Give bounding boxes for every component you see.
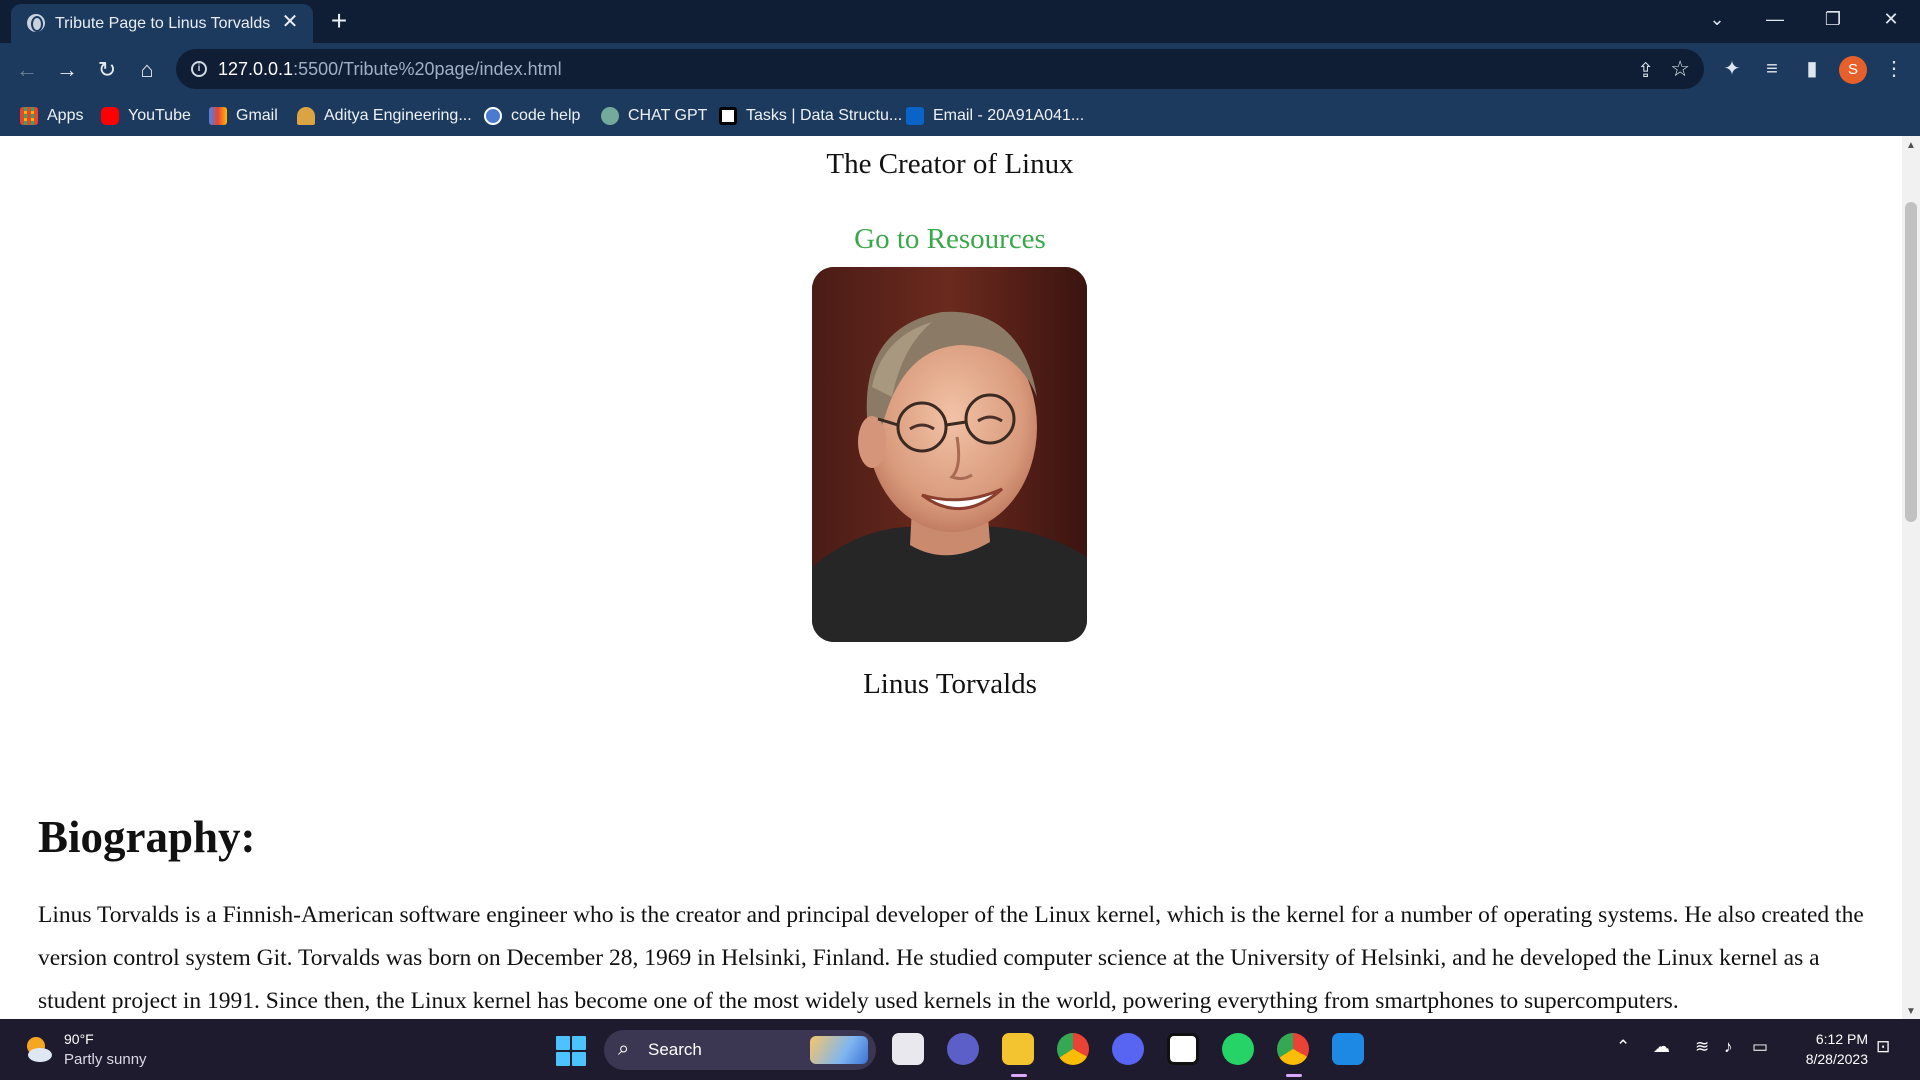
bookmark-label: Gmail (236, 107, 278, 124)
bookmark-email[interactable]: Email - 20A91A041... (906, 104, 1084, 128)
bookmark-star-icon[interactable]: ☆ (1670, 56, 1690, 82)
tray-overflow-chevron-icon[interactable]: ⌃ (1616, 1037, 1630, 1057)
youtube-icon (101, 107, 119, 125)
tab-search-icon[interactable]: ⌄ (1688, 0, 1746, 40)
chrome-icon[interactable] (1057, 1033, 1089, 1065)
profile-avatar[interactable]: S (1839, 56, 1867, 84)
search-label: Search (648, 1040, 702, 1059)
reload-icon[interactable]: ↻ (92, 55, 122, 85)
bookmark-label: Tasks | Data Structu... (746, 107, 903, 124)
notification-icon[interactable]: ⊡ (1876, 1037, 1890, 1057)
menu-kebab-icon[interactable]: ⋮ (1880, 56, 1908, 82)
weather-description[interactable]: Partly sunny (64, 1051, 147, 1068)
taskbar-search[interactable]: ⌕ Search (604, 1030, 876, 1070)
tab-title: Tribute Page to Linus Torvalds (55, 15, 271, 32)
vscode-icon[interactable] (1332, 1033, 1364, 1065)
bookmark-aditya-engineering[interactable]: Aditya Engineering... (297, 104, 472, 128)
outlook-icon (906, 107, 924, 125)
new-tab-button[interactable]: + (324, 6, 354, 36)
windows-taskbar: 90°F Partly sunny ⌕ Search ⌃ ☁ ≋ ♪ ▭ 6:1… (0, 1019, 1920, 1080)
window-controls: ⌄ — ❐ ✕ (1688, 0, 1920, 40)
file-explorer-icon[interactable] (1002, 1033, 1034, 1077)
onedrive-cloud-icon[interactable]: ☁ (1653, 1037, 1670, 1057)
globe-icon (27, 14, 45, 32)
biography-heading: Biography: (38, 812, 256, 862)
bookmark-tasks[interactable]: Tasks | Data Structu... (719, 104, 902, 128)
browser-tab-strip: Tribute Page to Linus Torvalds ✕ + ⌄ — ❐… (0, 0, 1920, 43)
bookmark-chat-gpt[interactable]: CHAT GPT (601, 104, 707, 128)
close-window-button[interactable]: ✕ (1862, 0, 1920, 40)
page-subtitle: The Creator of Linux (826, 148, 1074, 180)
address-bar[interactable]: i 127.0.0.1:5500/Tribute%20page/index.ht… (176, 49, 1704, 89)
bookmark-label: Aditya Engineering... (324, 107, 472, 124)
bookmarks-bar: Apps YouTube Gmail Aditya Engineering...… (0, 96, 1920, 136)
bookmark-label: YouTube (128, 107, 191, 124)
chatgpt-icon (601, 107, 619, 125)
bookmark-label: CHAT GPT (628, 107, 708, 124)
bookmark-code-help[interactable]: code help (484, 104, 580, 128)
image-caption: Linus Torvalds (863, 668, 1037, 700)
home-icon[interactable]: ⌂ (132, 55, 162, 85)
close-tab-icon[interactable]: ✕ (279, 11, 301, 33)
discord-icon[interactable] (1112, 1033, 1144, 1065)
browser-toolbar: ← → ↻ ⌂ i 127.0.0.1:5500/Tribute%20page/… (0, 43, 1920, 96)
forward-arrow-icon[interactable]: → (52, 55, 82, 85)
windows-start-icon[interactable] (556, 1036, 586, 1066)
url-text[interactable]: 127.0.0.1:5500/Tribute%20page/index.html (218, 59, 562, 80)
apps-grid-icon (20, 107, 38, 125)
page-scrollbar[interactable]: ▲ ▼ (1902, 136, 1920, 1019)
linus-torvalds-photo (812, 267, 1087, 642)
scroll-down-arrow-icon[interactable]: ▼ (1906, 1006, 1916, 1017)
wifi-icon[interactable]: ≋ (1695, 1037, 1709, 1057)
task-view-icon[interactable] (892, 1033, 924, 1065)
browser-tab[interactable]: Tribute Page to Linus Torvalds ✕ (11, 4, 313, 43)
minimize-button[interactable]: — (1746, 0, 1804, 40)
weather-temperature[interactable]: 90°F (64, 1031, 94, 1047)
back-arrow-icon[interactable]: ← (12, 55, 42, 85)
resources-link[interactable]: Go to Resources (0, 223, 1900, 256)
bookmark-label: code help (511, 107, 581, 124)
bookmark-apps[interactable]: Apps (20, 104, 83, 128)
site-info-icon[interactable]: i (191, 61, 207, 77)
notion-app-icon[interactable] (1167, 1033, 1199, 1065)
whatsapp-icon[interactable] (1222, 1033, 1254, 1065)
college-logo-icon (297, 107, 315, 125)
clock-date[interactable]: 8/28/2023 (1790, 1051, 1868, 1067)
weather-sun-cloud-icon[interactable] (22, 1033, 54, 1065)
bookmark-gmail[interactable]: Gmail (209, 104, 278, 128)
gmail-icon (209, 107, 227, 125)
page-viewport: The Creator of Linux Go to Resources Lin… (0, 136, 1902, 1019)
biography-paragraph: Linus Torvalds is a Finnish-American sof… (38, 902, 1864, 1014)
clock-time[interactable]: 6:12 PM (1810, 1031, 1868, 1047)
notion-icon (719, 107, 737, 125)
chrome-active-icon[interactable] (1277, 1033, 1309, 1077)
side-panel-icon[interactable]: ▮ (1798, 56, 1826, 82)
extensions-puzzle-icon[interactable]: ✦ (1718, 56, 1746, 82)
bookmark-youtube[interactable]: YouTube (101, 104, 191, 128)
media-control-icon[interactable]: ≡ (1758, 56, 1786, 82)
bookmark-label: Apps (47, 107, 84, 124)
scroll-up-arrow-icon[interactable]: ▲ (1906, 140, 1916, 151)
share-icon[interactable]: ⇪ (1637, 58, 1654, 83)
restore-button[interactable]: ❐ (1804, 0, 1862, 40)
bookmark-label: Email - 20A91A041... (933, 107, 1085, 124)
search-icon: ⌕ (618, 1038, 630, 1060)
teams-chat-icon[interactable] (947, 1033, 979, 1065)
code-help-icon (484, 107, 502, 125)
battery-icon[interactable]: ▭ (1752, 1037, 1768, 1057)
volume-icon[interactable]: ♪ (1724, 1037, 1733, 1057)
scrollbar-thumb[interactable] (1905, 202, 1917, 522)
search-highlight-image (810, 1036, 868, 1064)
